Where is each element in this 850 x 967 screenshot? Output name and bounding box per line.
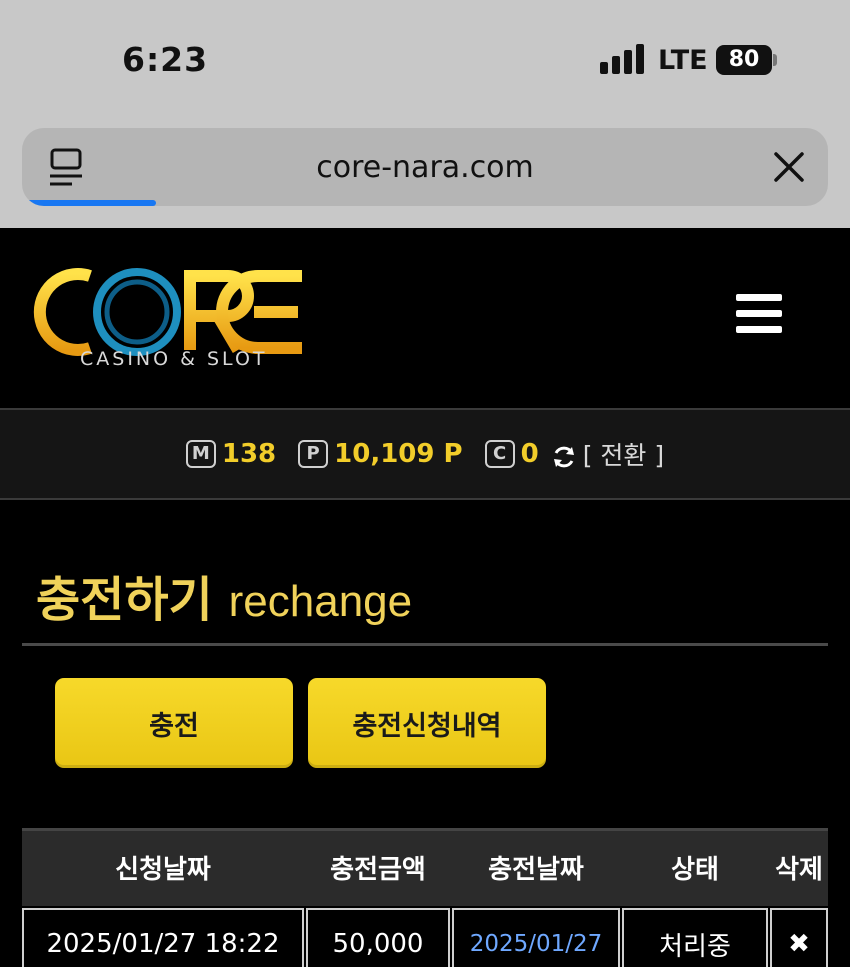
logo-subtitle: CASINO & SLOT (80, 348, 268, 370)
network-type: LTE (658, 45, 708, 76)
browser-chrome: core-nara.com (0, 120, 850, 228)
page-title: 충전하기 rechange (36, 560, 412, 630)
status-time: 6:23 (122, 40, 209, 79)
status-bar: 6:23 LTE 80 (0, 0, 850, 120)
url-text[interactable]: core-nara.com (22, 150, 828, 185)
charge-history-button[interactable]: 충전신청내역 (308, 678, 546, 768)
page-title-english: rechange (228, 577, 413, 626)
battery-tip (773, 54, 777, 66)
balance-bar: M 138 P 10,109 P C 0 [ 전환 ] (0, 408, 850, 500)
address-bar[interactable]: core-nara.com (22, 128, 828, 206)
delete-icon[interactable]: ✖ (770, 908, 828, 967)
money-icon: M (185, 440, 216, 468)
cell-charge-date: 2025/01/27 (452, 908, 620, 967)
table-header: 신청날짜 충전금액 충전날짜 상태 삭제 (22, 828, 828, 906)
cell-amount: 50,000 (306, 908, 450, 967)
money-balance: 138 (221, 439, 277, 469)
page-load-progress (26, 200, 156, 206)
title-divider (22, 643, 828, 646)
point-icon: P (298, 440, 329, 468)
convert-button[interactable]: [ 전환 ] (583, 436, 664, 472)
header-charge-date: 충전날짜 (488, 855, 584, 885)
close-icon[interactable] (772, 150, 806, 184)
header-request-date: 신청날짜 (115, 855, 211, 885)
page-title-korean: 충전하기 (36, 572, 213, 628)
hamburger-menu-icon[interactable] (736, 294, 782, 334)
coin-icon: C (484, 440, 515, 468)
header-amount: 충전금액 (330, 855, 426, 885)
header-delete: 삭제 (775, 855, 823, 885)
site-header: CASINO & SLOT (0, 228, 850, 408)
battery-icon: 80 (716, 45, 772, 75)
charge-button[interactable]: 충전 (55, 678, 293, 768)
coin-balance: 0 (520, 439, 539, 469)
point-balance: 10,109 P (334, 439, 463, 469)
refresh-icon[interactable] (551, 444, 577, 470)
header-status: 상태 (671, 855, 719, 885)
signal-strength-icon (600, 44, 644, 74)
table-row: 2025/01/27 18:22 50,000 2025/01/27 처리중 ✖ (22, 908, 828, 967)
cell-request-date: 2025/01/27 18:22 (22, 908, 304, 967)
cell-status: 처리중 (622, 908, 768, 967)
